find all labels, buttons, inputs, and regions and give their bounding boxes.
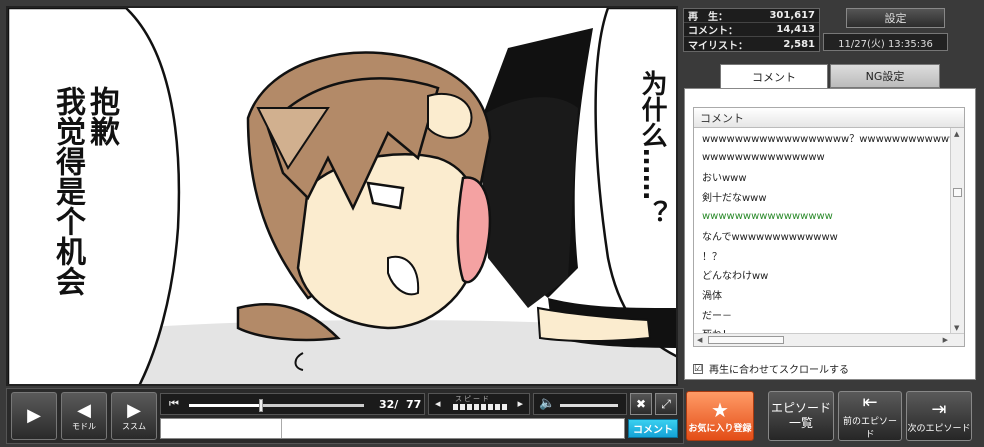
comment-rows: wwwwwwwwwwwwwwwwww？wwwwwwwwwww wwwwwwwwww… xyxy=(694,128,964,344)
star-icon: ★ xyxy=(711,397,729,422)
previous-episode-icon: ⇤ xyxy=(862,392,878,413)
sync-scroll-option[interactable]: ☑ 再生に合わせてスクロールする xyxy=(693,361,849,376)
play-button[interactable]: ▶ xyxy=(11,392,57,440)
vertical-scroll-thumb[interactable] xyxy=(953,188,962,197)
comment-input-wrapper xyxy=(160,418,625,441)
subtitle-left-line-1: 抱歉 xyxy=(84,86,119,146)
favorite-label: お気に入り登録 xyxy=(688,423,752,434)
speed-up-icon[interactable]: ▸ xyxy=(517,397,523,410)
comment-item[interactable]: 剣十だなwww xyxy=(694,187,950,207)
sync-scroll-label: 再生に合わせてスクロールする xyxy=(709,365,849,376)
mylist-row: マイリスト： 2,581 xyxy=(684,37,819,52)
previous-episode-button[interactable]: ⇤ 前のエピソード xyxy=(838,391,902,441)
comment-list-header: コメント xyxy=(694,108,964,128)
views-value: 301,617 xyxy=(769,10,815,21)
tab-comment[interactable]: コメント xyxy=(720,64,828,89)
favorite-button[interactable]: ★ お気に入り登録 xyxy=(686,391,754,441)
fullscreen-icon[interactable]: ⤢ xyxy=(655,393,677,415)
scroll-left-icon[interactable]: ◀ xyxy=(697,336,702,344)
comments-label: コメント： xyxy=(688,26,738,37)
mylist-value: 2,581 xyxy=(783,38,815,50)
sync-scroll-checkbox[interactable]: ☑ xyxy=(693,363,703,374)
next-episode-label: 次のエピソード xyxy=(907,423,971,434)
seek-handle[interactable] xyxy=(258,399,263,412)
scroll-up-icon[interactable]: ▲ xyxy=(954,130,959,138)
datetime-display: 11/27(火) 13:35:36 xyxy=(823,33,948,51)
page-current: 32/ xyxy=(379,398,399,411)
comment-item[interactable]: だー－ xyxy=(694,304,950,324)
subtitle-left-line-2: 我觉得是个机会 xyxy=(50,86,85,296)
horizontal-scroll-thumb[interactable] xyxy=(708,336,784,344)
next-episode-button[interactable]: ⇥ 次のエピソード xyxy=(906,391,972,441)
back-button[interactable]: ◀ モドル xyxy=(61,392,107,440)
speed-label: スピード xyxy=(455,395,491,403)
speed-control[interactable]: ◂ スピード ▸ xyxy=(428,393,530,415)
comment-item[interactable]: ！？ xyxy=(694,246,950,266)
back-label: モドル xyxy=(72,421,96,431)
comment-item[interactable]: wwwwwwwwwwwwwwww xyxy=(694,206,950,226)
volume-control[interactable]: 🔈 xyxy=(533,393,627,415)
back-icon: ◀ xyxy=(77,399,91,421)
forward-button[interactable]: ▶ ススム xyxy=(111,392,157,440)
comment-item[interactable]: 渦体 xyxy=(694,285,950,305)
video-frame[interactable]: 抱歉 我觉得是个机会 为什么……？ xyxy=(6,6,678,386)
comment-list[interactable]: コメント wwwwwwwwwwwwwwwwww？wwwwwwwwwww wwwww… xyxy=(693,107,965,347)
volume-icon[interactable]: 🔈 xyxy=(539,396,555,411)
seek-bar[interactable]: ⏮ 32/ 77 xyxy=(160,393,425,415)
previous-episode-label: 前のエピソード xyxy=(842,417,897,440)
comment-submit-button[interactable]: コメント xyxy=(628,419,678,438)
comment-item[interactable]: おいwww xyxy=(694,167,950,187)
comment-hide-icon[interactable]: ✖ xyxy=(630,393,652,415)
tab-ng-settings[interactable]: NG設定 xyxy=(830,64,940,88)
comment-item[interactable]: どんなわけww xyxy=(694,265,950,285)
volume-slider[interactable] xyxy=(560,404,618,407)
forward-label: ススム xyxy=(122,421,146,431)
page-total: 77 xyxy=(406,398,422,411)
mylist-label: マイリスト： xyxy=(688,40,748,52)
seek-track[interactable] xyxy=(189,399,364,412)
play-icon: ▶ xyxy=(27,405,41,426)
scroll-down-icon[interactable]: ▼ xyxy=(954,324,959,332)
episode-list-button[interactable]: エピソード一覧 xyxy=(768,391,834,441)
comments-value: 14,413 xyxy=(776,24,815,35)
horizontal-scrollbar[interactable]: ◀ ▶ xyxy=(694,333,964,346)
seek-progress xyxy=(189,404,261,407)
stats-panel: 再 生： 301,617 コメント： 14,413 マイリスト： 2,581 xyxy=(683,8,820,52)
skip-to-start-icon[interactable]: ⏮ xyxy=(169,397,179,411)
forward-icon: ▶ xyxy=(127,399,141,421)
speed-level-bars xyxy=(453,404,507,410)
comment-item[interactable]: なんでwwwwwwwwwwwww xyxy=(694,226,950,246)
views-label: 再 生： xyxy=(688,12,728,23)
player-controls: ▶ ◀ モドル ▶ ススム ⏮ 32/ 77 ◂ スピード ▸ 🔈 ✖ ⤢ コメ… xyxy=(6,388,684,444)
subtitle-left: 抱歉 我觉得是个机会 xyxy=(50,86,119,296)
comments-row: コメント： 14,413 xyxy=(684,23,819,37)
comment-command-divider xyxy=(281,419,282,438)
comment-input[interactable] xyxy=(161,421,624,441)
speed-down-icon[interactable]: ◂ xyxy=(435,397,441,410)
comment-item[interactable]: wwwwwwwwwwwwwww xyxy=(694,148,950,168)
next-episode-icon: ⇥ xyxy=(931,398,947,420)
subtitle-right: 为什么……？ xyxy=(637,70,667,226)
scroll-right-icon[interactable]: ▶ xyxy=(943,336,948,344)
comment-item[interactable]: wwwwwwwwwwwwwwwwww？wwwwwwwwwwwwwwwwwwwww… xyxy=(694,128,950,148)
comment-panel: コメント wwwwwwwwwwwwwwwwww？wwwwwwwwwww wwwww… xyxy=(684,88,976,380)
views-row: 再 生： 301,617 xyxy=(684,9,819,23)
vertical-scrollbar[interactable]: ▲ ▼ xyxy=(950,128,964,334)
settings-button[interactable]: 設定 xyxy=(846,8,945,28)
